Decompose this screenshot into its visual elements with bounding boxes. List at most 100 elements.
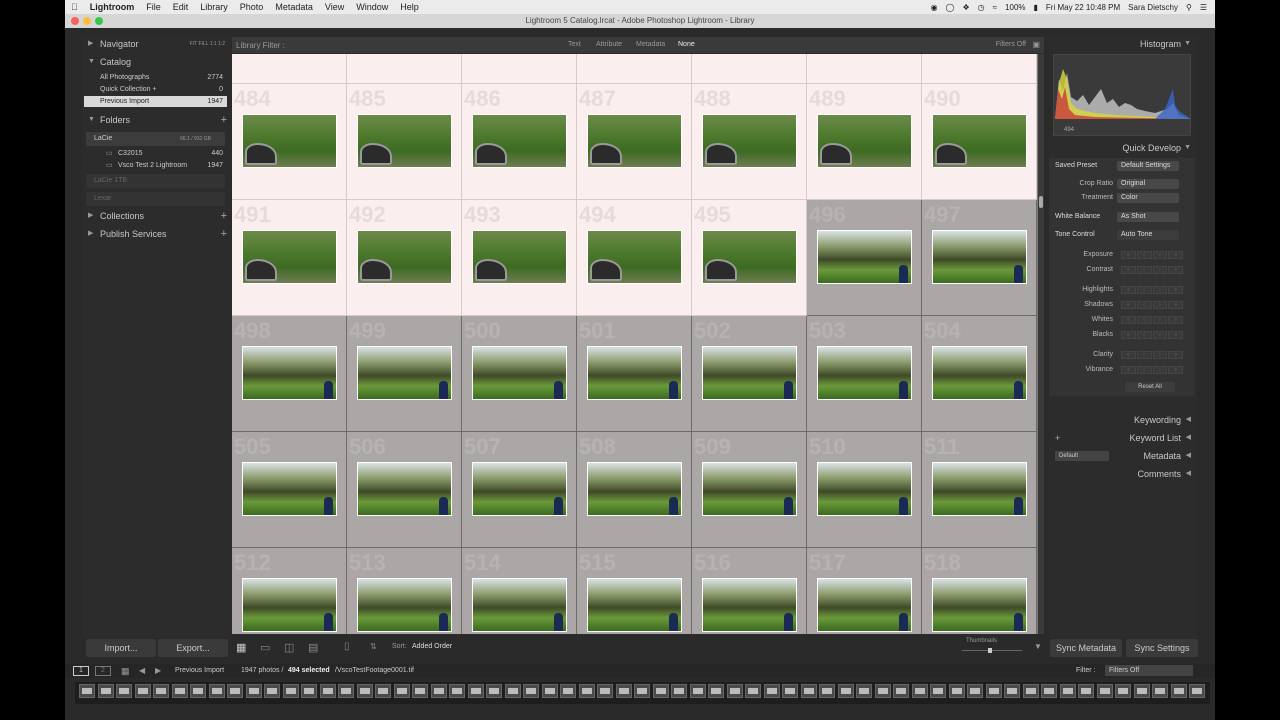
thumbnail-image[interactable] [472, 346, 567, 400]
grid-cell[interactable]: 515 [577, 548, 692, 634]
grid-cell[interactable] [577, 54, 692, 84]
grid-cell[interactable]: 513 [347, 548, 462, 634]
filmstrip-thumbnail[interactable] [874, 684, 891, 698]
grid-cell[interactable]: 516 [692, 548, 807, 634]
filmstrip-thumbnail[interactable] [856, 684, 872, 698]
photo-grid[interactable]: 484 485 486 487 488 489 490 491 492 493 494 495 496 4… [232, 54, 1038, 634]
menu-metadata[interactable]: Metadata [275, 2, 313, 12]
grid-cell[interactable]: 503 [807, 316, 922, 432]
grid-icon[interactable]: ▦ [121, 666, 130, 677]
thumbnail-image[interactable] [587, 114, 682, 168]
filmstrip-thumbnail[interactable] [375, 684, 391, 698]
thumbnail-image[interactable] [357, 230, 452, 284]
filmstrip-thumbnail[interactable] [634, 684, 650, 698]
filter-text[interactable]: Text [568, 41, 581, 48]
sync-settings-button[interactable]: Sync Settings [1126, 639, 1198, 657]
step-button[interactable]: » [1168, 316, 1183, 324]
minimize-window-button[interactable] [83, 17, 91, 25]
grid-cell[interactable]: 496 [807, 200, 922, 316]
grid-cell[interactable]: 492 [347, 200, 462, 316]
crop-ratio-select[interactable]: Original [1117, 179, 1179, 189]
step-button[interactable]: › [1152, 351, 1168, 359]
grid-cell[interactable]: 507 [462, 432, 577, 548]
filmstrip-thumbnail[interactable] [504, 684, 521, 698]
filmstrip-thumbnail[interactable] [1170, 684, 1187, 698]
filmstrip-thumbnail[interactable] [79, 684, 95, 698]
step-button[interactable]: › [1152, 286, 1168, 294]
grid-cell[interactable]: 498 [232, 316, 347, 432]
filmstrip-thumbnail[interactable] [264, 684, 280, 698]
back-arrow-icon[interactable]: ◀ [139, 666, 145, 675]
white-balance-select[interactable]: As Shot [1117, 212, 1179, 222]
thumbnail-image[interactable] [587, 346, 682, 400]
keywording-header[interactable]: Keywording ◀ [1049, 412, 1195, 428]
slider-step-buttons[interactable]: «‹ ›» [1121, 366, 1183, 374]
menubar-datetime[interactable]: Fri May 22 10:48 PM [1046, 3, 1120, 12]
filmstrip-thumbnail[interactable] [597, 684, 613, 698]
folder-item-vsco-test[interactable]: ▭ Vsco Test 2 Lightroom 1947 [84, 160, 227, 171]
thumbnail-image[interactable] [702, 462, 797, 516]
filmstrip-thumbnail[interactable] [97, 684, 114, 698]
thumbnail-image[interactable] [702, 346, 797, 400]
thumbnail-image[interactable] [472, 114, 567, 168]
battery-icon[interactable]: ▮ [1034, 3, 1038, 12]
step-button[interactable]: › [1152, 266, 1168, 274]
grid-cell[interactable]: 502 [692, 316, 807, 432]
publish-services-header[interactable]: ▶ Publish Services + [82, 226, 231, 242]
zoom-fill[interactable]: FILL [198, 41, 208, 47]
grid-cell[interactable]: 494 [577, 200, 692, 316]
filmstrip-thumbnail[interactable] [782, 684, 798, 698]
slider-step-buttons[interactable]: «‹ ›» [1121, 266, 1183, 274]
thumbnail-image[interactable] [702, 114, 797, 168]
slider-step-buttons[interactable]: «‹ ›» [1121, 251, 1183, 259]
step-button[interactable]: › [1152, 301, 1168, 309]
survey-view-icon[interactable]: ▤ [308, 641, 318, 654]
filmstrip-thumbnail[interactable] [412, 684, 428, 698]
step-button[interactable]: » [1168, 351, 1183, 359]
filmstrip-thumbnail[interactable] [985, 684, 1002, 698]
drive-lexar[interactable]: Lexar [86, 192, 225, 206]
grid-cell[interactable]: 488 [692, 84, 807, 200]
thumbnail-image[interactable] [357, 346, 452, 400]
grid-cell[interactable]: 493 [462, 200, 577, 316]
grid-cell[interactable] [922, 54, 1037, 84]
drive-lacie-1tb[interactable]: LaCie 1TB [86, 174, 225, 188]
thumbnail-image[interactable] [587, 578, 682, 632]
sync-metadata-button[interactable]: Sync Metadata [1050, 639, 1122, 657]
thumbnail-image[interactable] [242, 578, 337, 632]
grid-cell[interactable] [692, 54, 807, 84]
add-publish-service-icon[interactable]: + [221, 226, 227, 242]
filmstrip-thumbnail[interactable] [1189, 684, 1205, 698]
thumbnail-image[interactable] [357, 578, 452, 632]
filmstrip-thumbnail[interactable] [338, 684, 354, 698]
filmstrip-thumbnail[interactable] [430, 684, 447, 698]
step-button[interactable]: » [1168, 286, 1183, 294]
filmstrip-thumbnail[interactable] [1022, 684, 1039, 698]
zoom-1-2[interactable]: 1:2 [218, 41, 225, 47]
step-button[interactable]: › [1152, 316, 1168, 324]
grid-cell[interactable]: 499 [347, 316, 462, 432]
grid-cell[interactable]: 510 [807, 432, 922, 548]
loupe-view-icon[interactable]: ▭ [260, 641, 270, 654]
comments-header[interactable]: Comments ◀ [1049, 466, 1195, 482]
painter-icon[interactable]: ▯ [344, 641, 350, 652]
filmstrip-thumbnail[interactable] [134, 684, 151, 698]
grid-cell[interactable]: 506 [347, 432, 462, 548]
grid-scrollbar-thumb[interactable] [1039, 196, 1043, 208]
grid-cell[interactable]: 485 [347, 84, 462, 200]
thumbnail-image[interactable] [587, 462, 682, 516]
treatment-select[interactable]: Color [1117, 193, 1179, 203]
secondary-window-2-button[interactable]: 2 [95, 666, 111, 676]
grid-cell[interactable]: 509 [692, 432, 807, 548]
navigator-zoom-modes[interactable]: FIT FILL 1:1 1:2 [190, 36, 225, 52]
filmstrip-thumbnail[interactable] [745, 684, 761, 698]
grid-cell[interactable]: 491 [232, 200, 347, 316]
thumbnail-image[interactable] [932, 346, 1027, 400]
step-button[interactable]: « [1121, 316, 1136, 324]
import-button[interactable]: Import... [86, 639, 156, 657]
menu-edit[interactable]: Edit [173, 2, 189, 12]
battery-percent[interactable]: 100% [1005, 3, 1025, 12]
zoom-fit[interactable]: FIT [190, 41, 197, 47]
add-keyword-icon[interactable]: + [1055, 430, 1060, 446]
toolbar-menu-icon[interactable]: ▼ [1034, 642, 1042, 651]
